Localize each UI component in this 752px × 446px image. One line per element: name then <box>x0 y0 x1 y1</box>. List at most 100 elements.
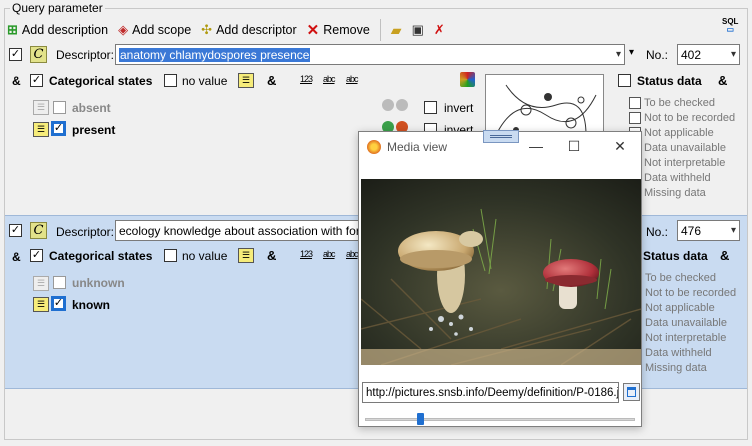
open-folder-icon[interactable]: ▰ <box>391 22 402 39</box>
audio-icons-absent[interactable] <box>382 99 408 111</box>
descriptor-2-combo[interactable]: ecology knowledge about association with… <box>115 220 365 241</box>
add-scope-button[interactable]: ◈ Add scope <box>118 22 191 38</box>
status-list-1: To be checked Not to be recorded Not app… <box>629 97 735 199</box>
drag-handle[interactable] <box>483 130 519 143</box>
status-item[interactable]: Not to be recorded <box>629 112 735 124</box>
status-item-label: Not interpretable <box>644 157 726 169</box>
save-icon[interactable]: ▣ <box>412 22 424 38</box>
media-view-icon <box>367 140 381 154</box>
descriptor-1-number[interactable]: 402 ▾ <box>677 44 740 65</box>
state-list-icon[interactable]: ☰ <box>238 73 254 88</box>
remove-label: Remove <box>323 23 370 37</box>
and-operator[interactable]: & <box>12 74 21 88</box>
clear-icon[interactable]: ✗ <box>434 22 445 38</box>
status-item-label: Missing data <box>645 362 707 374</box>
minimize-button[interactable]: — <box>521 138 551 154</box>
status-item-label: Not interpretable <box>645 332 727 344</box>
status-item[interactable]: Missing data <box>630 362 736 374</box>
state-icon-known: ☰ <box>33 297 49 312</box>
media-slider-track[interactable] <box>365 418 635 421</box>
categorical-states-checkbox[interactable]: ✓ <box>30 74 43 87</box>
sort-numeric-icon[interactable]: 123 <box>300 74 313 84</box>
status-and-operator-2[interactable]: & <box>720 248 729 263</box>
remove-button[interactable]: ✕ Remove <box>307 21 370 39</box>
and-operator[interactable]: & <box>12 250 21 264</box>
add-scope-icon: ◈ <box>118 22 129 37</box>
sort-alpha-2-icon[interactable]: abc <box>346 74 358 84</box>
status-and-operator-1[interactable]: & <box>718 73 727 88</box>
media-url-input[interactable]: http://pictures.snsb.info/Deemy/definiti… <box>362 382 619 403</box>
add-description-label: Add description <box>21 23 109 37</box>
descriptor-1-label: Descriptor: <box>56 48 115 62</box>
status-item[interactable]: To be checked <box>630 272 736 284</box>
categorical-states-checkbox-2[interactable]: ✓ <box>30 249 43 262</box>
descriptor-1-checkbox[interactable]: ✓ <box>9 48 22 61</box>
status-checkbox[interactable] <box>629 97 641 109</box>
categorical-states-label-2: Categorical states <box>49 249 153 263</box>
close-button[interactable]: ✕ <box>605 138 635 155</box>
no-value-label: no value <box>182 74 228 88</box>
invert-label-absent: invert <box>444 101 474 115</box>
status-item[interactable]: Not applicable <box>630 302 736 314</box>
status-item[interactable]: Data unavailable <box>630 317 736 329</box>
status-checkbox[interactable] <box>629 112 641 124</box>
status-item[interactable]: Data unavailable <box>629 142 735 154</box>
add-descriptor-button[interactable]: ✣ Add descriptor <box>201 22 297 38</box>
open-window-button[interactable] <box>623 383 640 401</box>
status-item[interactable]: Missing data <box>629 187 735 199</box>
chevron-down-icon: ▾ <box>615 49 621 60</box>
color-palette-icon[interactable] <box>460 72 475 87</box>
sql-button[interactable]: SQL ▭ <box>722 18 738 34</box>
descriptor-1-number-value: 402 <box>681 47 702 62</box>
state-checkbox-absent[interactable] <box>53 101 66 114</box>
descriptor-1-value: anatomy chlamydospores presence <box>119 47 311 62</box>
invert-checkbox-absent[interactable] <box>424 101 437 114</box>
status-item[interactable]: Data withheld <box>629 172 735 184</box>
status-item[interactable]: Not applicable <box>629 127 735 139</box>
media-view-window[interactable]: Media view — ☐ ✕ http://pictures.snsb.in… <box>358 130 642 427</box>
status-item-label: To be checked <box>644 97 715 109</box>
window-icon <box>627 387 636 397</box>
chevron-down-icon: ▾ <box>730 225 736 236</box>
add-description-button[interactable]: ⊞ Add description <box>7 22 108 38</box>
descriptor-1-combo[interactable]: anatomy chlamydospores presence ▾ <box>115 44 625 65</box>
toolbar: ⊞ Add description ◈ Add scope ✣ Add desc… <box>7 19 445 41</box>
no-value-checkbox[interactable] <box>164 74 177 87</box>
status-item[interactable]: Not to be recorded <box>630 287 736 299</box>
state-icon-absent: ☰ <box>33 100 49 115</box>
audio-icon <box>382 99 394 111</box>
sort-alpha-2-icon[interactable]: abc <box>346 249 358 259</box>
status-list-2: To be checked Not to be recorded Not app… <box>630 272 736 374</box>
status-data-checkbox-1[interactable] <box>618 74 631 87</box>
state-checkbox-unknown[interactable] <box>53 276 66 289</box>
state-checkbox-known[interactable]: ✓ <box>51 296 66 311</box>
mushroom-photo <box>361 179 641 365</box>
maximize-button[interactable]: ☐ <box>559 138 589 155</box>
status-item-label: Not applicable <box>645 302 715 314</box>
status-data-label-1: Status data <box>637 74 702 88</box>
status-item[interactable]: Not interpretable <box>629 157 735 169</box>
state-checkbox-present[interactable]: ✓ <box>51 121 66 136</box>
no-label-2: No.: <box>646 225 669 239</box>
status-item[interactable]: To be checked <box>629 97 735 109</box>
descriptor-1-dropdown-arrow[interactable]: ▾ <box>629 47 634 58</box>
descriptor-2-checkbox[interactable]: ✓ <box>9 224 22 237</box>
and-operator-2b[interactable]: & <box>267 248 276 263</box>
group-title: Query parameter <box>10 1 105 15</box>
media-url-value: http://pictures.snsb.info/Deemy/definiti… <box>366 386 619 399</box>
status-data-label-2: Status data <box>643 249 708 263</box>
no-value-checkbox-2[interactable] <box>164 249 177 262</box>
status-item-label: Data unavailable <box>644 142 726 154</box>
and-operator-2[interactable]: & <box>267 73 276 88</box>
descriptor-2-label: Descriptor: <box>56 225 115 239</box>
sort-alpha-icon[interactable]: abc <box>323 249 335 259</box>
status-item[interactable]: Not interpretable <box>630 332 736 344</box>
add-description-icon: ⊞ <box>7 22 18 37</box>
sort-alpha-icon[interactable]: abc <box>323 74 335 84</box>
sort-numeric-icon[interactable]: 123 <box>300 249 313 259</box>
add-descriptor-icon: ✣ <box>201 22 213 37</box>
media-slider-thumb[interactable] <box>417 413 424 425</box>
status-item[interactable]: Data withheld <box>630 347 736 359</box>
descriptor-2-number[interactable]: 476 ▾ <box>677 220 740 241</box>
state-list-icon-2[interactable]: ☰ <box>238 248 254 263</box>
